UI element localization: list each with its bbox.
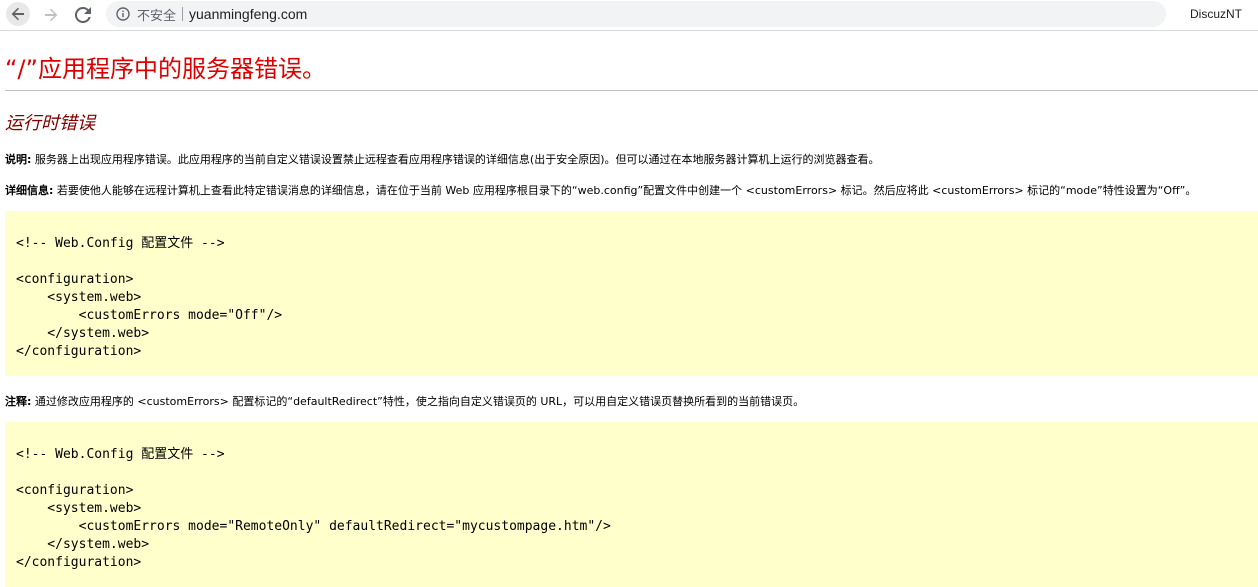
code-line: <customErrors mode="Off"/> bbox=[16, 308, 283, 323]
note-paragraph: 注释: 通过修改应用程序的 <customErrors> 配置标记的“defau… bbox=[5, 393, 804, 409]
page-content: “/”应用程序中的服务器错误。 运行时错误 说明: 服务器上出现应用程序错误。此… bbox=[0, 31, 1258, 587]
code-line: <configuration> bbox=[16, 272, 134, 287]
page-title: “/”应用程序中的服务器错误。 bbox=[5, 55, 326, 83]
page-subtitle: 运行时错误 bbox=[5, 113, 95, 134]
insecure-label[interactable]: 不安全 bbox=[137, 5, 176, 24]
details-text: 若要使他人能够在远程计算机上查看此特定错误消息的详细信息，请在位于当前 Web … bbox=[53, 184, 1197, 197]
code-line: </configuration> bbox=[16, 555, 142, 570]
browser-toolbar: 不安全 yuanmingfeng.com DiscuzNT bbox=[0, 0, 1258, 31]
code-line: <system.web> bbox=[16, 290, 142, 305]
url-text[interactable]: yuanmingfeng.com bbox=[189, 6, 307, 22]
reload-button[interactable] bbox=[70, 3, 96, 27]
code-line: <customErrors mode="RemoteOnly" defaultR… bbox=[16, 519, 611, 534]
title-divider bbox=[5, 90, 1258, 91]
address-bar[interactable]: 不安全 yuanmingfeng.com bbox=[106, 1, 1166, 27]
reload-icon bbox=[75, 7, 91, 23]
code-line: <system.web> bbox=[16, 501, 142, 516]
code-line: <!-- Web.Config 配置文件 --> bbox=[16, 236, 225, 251]
code-line: <!-- Web.Config 配置文件 --> bbox=[16, 447, 225, 462]
details-label: 详细信息: bbox=[5, 184, 54, 197]
code-line: </system.web> bbox=[16, 537, 150, 552]
back-button[interactable] bbox=[6, 2, 30, 26]
note-text: 通过修改应用程序的 <customErrors> 配置标记的“defaultRe… bbox=[31, 395, 805, 408]
description-label: 说明: bbox=[5, 153, 32, 166]
code-block-remote-only: <!-- Web.Config 配置文件 --> <configuration>… bbox=[5, 422, 1258, 587]
code-line: <configuration> bbox=[16, 483, 134, 498]
description-text: 服务器上出现应用程序错误。此应用程序的当前自定义错误设置禁止远程查看应用程序错误… bbox=[31, 153, 880, 166]
forward-button[interactable] bbox=[38, 3, 64, 27]
info-circle-icon[interactable] bbox=[116, 7, 130, 21]
address-separator bbox=[182, 7, 184, 21]
description-paragraph: 说明: 服务器上出现应用程序错误。此应用程序的当前自定义错误设置禁止远程查看应用… bbox=[5, 151, 879, 167]
details-paragraph: 详细信息: 若要使他人能够在远程计算机上查看此特定错误消息的详细信息，请在位于当… bbox=[5, 182, 1196, 198]
note-label: 注释: bbox=[5, 395, 32, 408]
code-block-off: <!-- Web.Config 配置文件 --> <configuration>… bbox=[5, 211, 1258, 376]
extension-label[interactable]: DiscuzNT bbox=[1190, 7, 1242, 21]
code-line: </configuration> bbox=[16, 344, 142, 359]
arrow-left-icon bbox=[10, 6, 26, 22]
arrow-right-icon bbox=[43, 7, 59, 23]
code-line: </system.web> bbox=[16, 326, 150, 341]
